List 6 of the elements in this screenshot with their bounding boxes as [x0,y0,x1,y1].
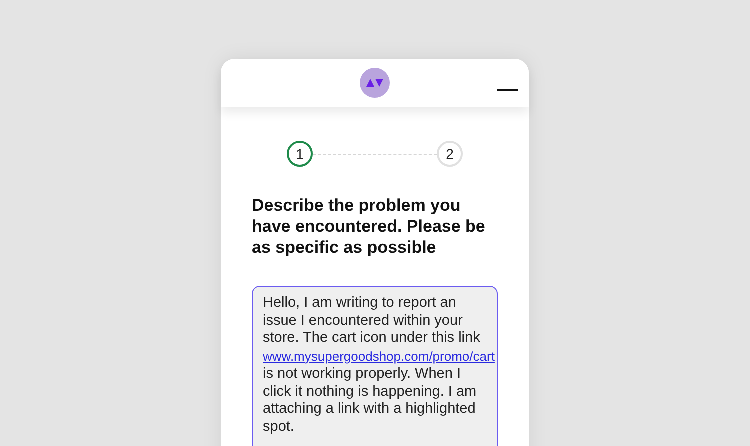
step-indicator: 2 [437,141,463,167]
message-field[interactable] [252,286,498,446]
step-indicator: 1 [287,141,313,167]
logo-icon [360,68,390,98]
link[interactable]: www.mysupergoodshop.com/promo/cart [263,348,495,364]
heading: Describe the problem you have encountered. Please be as specific as possible [252,195,486,258]
